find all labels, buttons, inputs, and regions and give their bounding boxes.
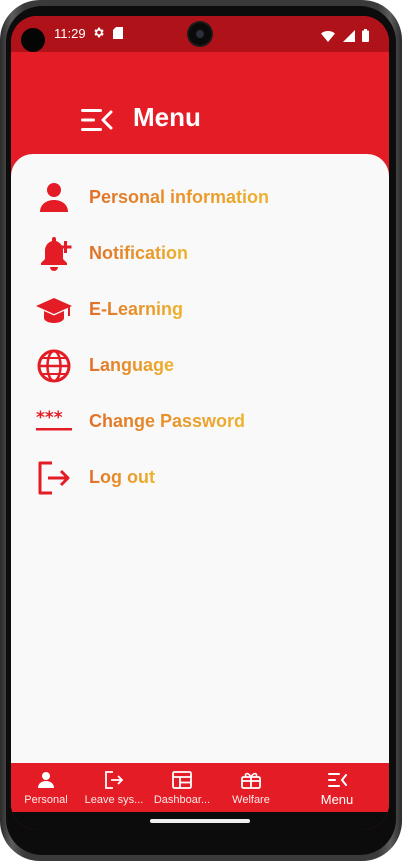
svg-text:***: *** [36,408,63,428]
gift-icon [241,772,261,789]
status-icons [318,27,369,45]
nav-label: Dashboar... [153,794,211,806]
exit-icon [105,771,124,789]
menu-item-notification[interactable]: Notification [11,226,389,282]
menu-item-label: Personal information [89,187,270,207]
front-camera [189,23,211,45]
menu-item-log-out[interactable]: Log out [11,450,389,506]
menu-item-label: Log out [89,467,155,487]
dashboard-icon [172,771,192,789]
password-icon: *** [35,404,73,440]
gear-icon [94,27,104,38]
nav-item-dashboard[interactable]: Dashboar... [147,763,217,812]
nav-label: Menu [320,792,354,807]
nav-item-personal[interactable]: Personal [11,763,81,812]
globe-icon [35,348,73,384]
nav-item-menu[interactable]: Menu [302,763,372,812]
page-title: Menu [133,102,201,132]
menu-item-change-password[interactable]: *** Change Password [11,394,389,450]
logout-icon [35,460,73,496]
menu-collapse-icon[interactable] [81,108,113,132]
wifi-icon [321,30,336,42]
menu-item-label: Language [89,355,175,375]
menu-collapse-icon [328,773,347,787]
battery-icon [362,29,369,43]
app-screen: 11:29 Menu Personal information Notifica… [11,16,389,830]
status-bar: 11:29 [11,16,389,52]
menu-item-label: E-Learning [89,299,184,319]
bottom-navigation: Personal Leave sys... Dashboar... Welfar… [11,763,389,812]
person-icon [35,180,73,216]
signal-icon [342,29,355,42]
graduation-cap-icon [35,292,73,328]
nav-label: Personal [24,794,68,806]
menu-item-language[interactable]: Language [11,338,389,394]
status-time: 11:29 [54,26,86,41]
home-gesture-handle[interactable] [150,819,250,823]
nav-item-leave-system[interactable]: Leave sys... [79,763,149,812]
menu-item-label: Notification [89,243,188,263]
nav-label: Leave sys... [84,794,144,806]
gesture-bar [11,812,389,830]
phone-frame: 11:29 Menu Personal information Notifica… [0,0,402,861]
nav-label: Welfare [232,794,270,806]
menu-list: Personal information Notification E-Lear… [11,170,389,506]
menu-item-e-learning[interactable]: E-Learning [11,282,389,338]
nav-item-welfare[interactable]: Welfare [216,763,286,812]
person-icon [38,772,54,788]
menu-item-label: Change Password [89,411,246,431]
menu-panel: Personal information Notification E-Lear… [11,154,389,763]
menu-item-personal-information[interactable]: Personal information [11,170,389,226]
sim-card-icon [113,27,123,39]
bell-plus-icon [35,236,73,272]
app-header: Menu [11,52,389,154]
punch-hole-left [21,28,45,52]
